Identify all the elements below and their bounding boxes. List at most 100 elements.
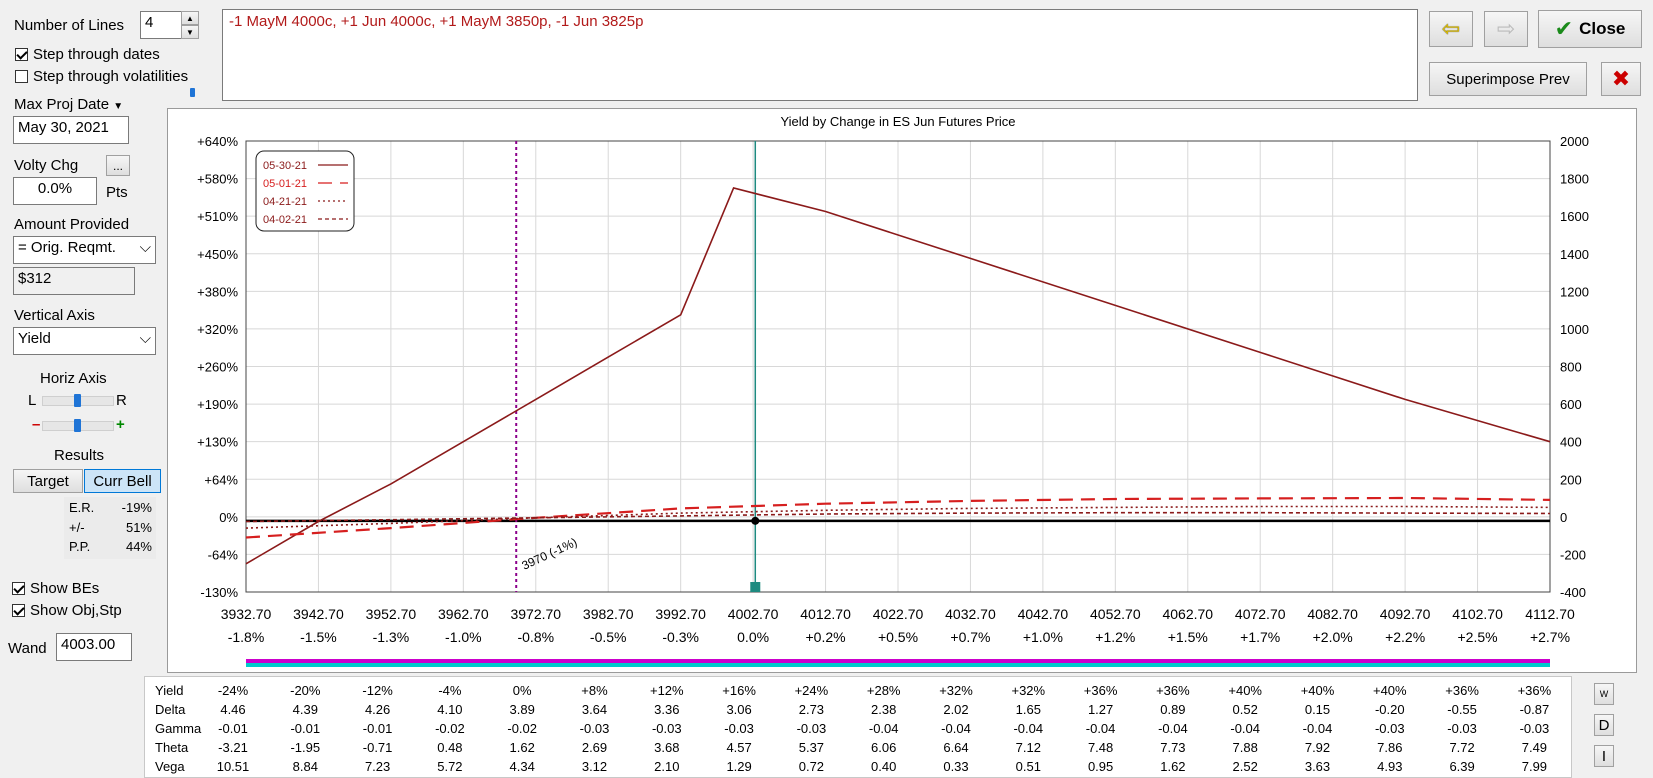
table-cell: 0.40 (871, 759, 897, 774)
x-pct-tick-label: -0.5% (590, 629, 627, 645)
amount-provided-select[interactable]: = Orig. Reqmt. ⌵ (13, 236, 156, 264)
result-pp-label: P.P. (69, 539, 91, 554)
show-obj-checkbox[interactable] (12, 604, 25, 617)
chart-panel[interactable]: Yield by Change in ES Jun Futures Price 3… (167, 108, 1637, 673)
x-pct-tick-label: +0.7% (950, 629, 990, 645)
wand-marker (750, 582, 761, 592)
curr-bell-button[interactable]: Curr Bell (84, 469, 161, 493)
table-cell: +32% (1011, 683, 1046, 698)
table-cell: -0.04 (1013, 721, 1044, 736)
table-cell: -0.01 (290, 721, 321, 736)
show-bes-label[interactable]: Show BEs (30, 580, 99, 597)
table-cell: 4.57 (726, 740, 752, 755)
table-cell: -0.03 (796, 721, 827, 736)
num-lines-input[interactable]: 4 (140, 11, 182, 39)
horiz-zoom-thumb[interactable] (74, 419, 81, 432)
table-cell: 4.34 (509, 759, 535, 774)
vertical-axis-value: Yield (18, 330, 51, 347)
table-cell: 2.38 (871, 702, 897, 717)
horiz-axis-label: Horiz Axis (40, 370, 107, 387)
yield-chart[interactable]: Yield by Change in ES Jun Futures Price 3… (168, 109, 1636, 672)
step-slider-thumb[interactable] (190, 88, 195, 97)
chevron-down-icon[interactable]: ▼ (113, 101, 123, 112)
chevron-down-icon: ⌵ (139, 330, 151, 347)
amount-value-field: $312 (13, 267, 135, 295)
table-cell: -0.02 (435, 721, 465, 736)
x-tick-label: 3942.70 (293, 606, 344, 622)
table-d-button[interactable]: D (1594, 714, 1614, 736)
table-row-label: Yield (155, 683, 184, 698)
x-pct-tick-label: +2.5% (1458, 629, 1498, 645)
prev-button[interactable]: ⇦ (1429, 11, 1473, 47)
table-row: Gamma -0.01 -0.01 -0.01 -0.02 -0.02 -0.03 -0.03… (145, 721, 1571, 740)
table-cell: -0.20 (1374, 702, 1405, 717)
x-pct-tick-label: -1.3% (373, 629, 410, 645)
table-w-label: W (1599, 689, 1609, 699)
num-lines-down-button[interactable]: ▼ (181, 25, 199, 39)
close-button[interactable]: ✔ Close (1538, 10, 1642, 48)
table-cell: -0.71 (362, 740, 393, 755)
table-cell: -0.04 (1085, 721, 1116, 736)
table-i-button[interactable]: I (1594, 745, 1614, 767)
horiz-pan-thumb[interactable] (74, 394, 81, 407)
y-right-tick-label: 200 (1560, 472, 1582, 487)
checkmark-icon: ✔ (1554, 16, 1574, 41)
step-vols-checkbox[interactable] (15, 70, 28, 83)
table-cell: 1.65 (1015, 702, 1041, 717)
red-x-icon: ✖ (1611, 66, 1631, 91)
num-lines-up-button[interactable]: ▲ (181, 11, 199, 25)
show-obj-label[interactable]: Show Obj,Stp (30, 602, 122, 619)
amount-provided-label: Amount Provided (14, 216, 130, 233)
y-left-tick-label: -64% (208, 547, 239, 562)
y-left-tick-label: +640% (197, 134, 238, 149)
x-pct-tick-label: -1.8% (228, 629, 265, 645)
step-dates-label[interactable]: Step through dates (33, 46, 160, 63)
table-cell: -0.03 (1447, 721, 1477, 736)
y-right-tick-label: -400 (1560, 585, 1586, 600)
superimpose-button[interactable]: Superimpose Prev (1429, 62, 1587, 96)
table-cell: +24% (794, 683, 829, 698)
table-cell: 3.12 (581, 759, 608, 774)
table-cell: 0.89 (1160, 702, 1186, 717)
zoom-plus-label: + (116, 416, 125, 433)
table-cell: +12% (649, 683, 684, 698)
table-cell: 4.46 (220, 702, 246, 717)
x-tick-label: 4032.70 (945, 606, 996, 622)
table-d-label: D (1598, 716, 1610, 734)
max-proj-date-label[interactable]: Max Proj Date ▼ (14, 96, 123, 113)
x-tick-label: 4002.70 (728, 606, 779, 622)
table-cell: -0.03 (1519, 721, 1550, 736)
table-row: Theta -3.21 -1.95 -0.71 0.48 1.62 2.69 3.68 4.57… (145, 740, 1571, 759)
position-textarea[interactable]: -1 MayM 4000c, +1 Jun 4000c, +1 MayM 385… (222, 9, 1418, 101)
legend-item-label: 05-30-21 (263, 160, 307, 172)
table-cell: 3.06 (726, 702, 752, 717)
y-right-tick-label: 1000 (1560, 322, 1589, 337)
max-proj-date-input[interactable]: May 30, 2021 (13, 116, 129, 144)
vertical-axis-select[interactable]: Yield ⌵ (13, 327, 156, 355)
show-bes-checkbox[interactable] (12, 582, 25, 595)
next-button[interactable]: ⇨ (1484, 11, 1528, 47)
y-left-tick-label: 0% (219, 510, 238, 525)
x-pct-tick-label: +1.5% (1168, 629, 1208, 645)
y-right-tick-label: 0 (1560, 510, 1567, 525)
table-w-button[interactable]: W (1594, 683, 1614, 705)
result-pm-label: +/- (69, 520, 85, 535)
volty-chg-input[interactable]: 0.0% (13, 177, 97, 205)
num-lines-label: Number of Lines (14, 17, 125, 34)
table-cell: 1.29 (726, 759, 752, 774)
table-cell: 2.52 (1232, 759, 1258, 774)
x-pct-tick-label: +0.5% (878, 629, 918, 645)
step-dates-checkbox[interactable] (15, 48, 28, 61)
table-cell: +36% (1083, 683, 1118, 698)
table-cell: 10.51 (216, 759, 250, 774)
wand-input[interactable]: 4003.00 (56, 633, 132, 661)
table-cell: 5.37 (798, 740, 825, 755)
delete-button[interactable]: ✖ (1601, 62, 1641, 96)
step-vols-label[interactable]: Step through volatilities (33, 68, 188, 85)
table-cell: -3.21 (218, 740, 248, 755)
target-button[interactable]: Target (13, 469, 83, 493)
range-bar-cyan (246, 663, 1550, 667)
table-cell: 7.72 (1449, 740, 1475, 755)
y-left-tick-label: +510% (197, 209, 238, 224)
volty-chg-button[interactable]: ... (106, 155, 130, 176)
